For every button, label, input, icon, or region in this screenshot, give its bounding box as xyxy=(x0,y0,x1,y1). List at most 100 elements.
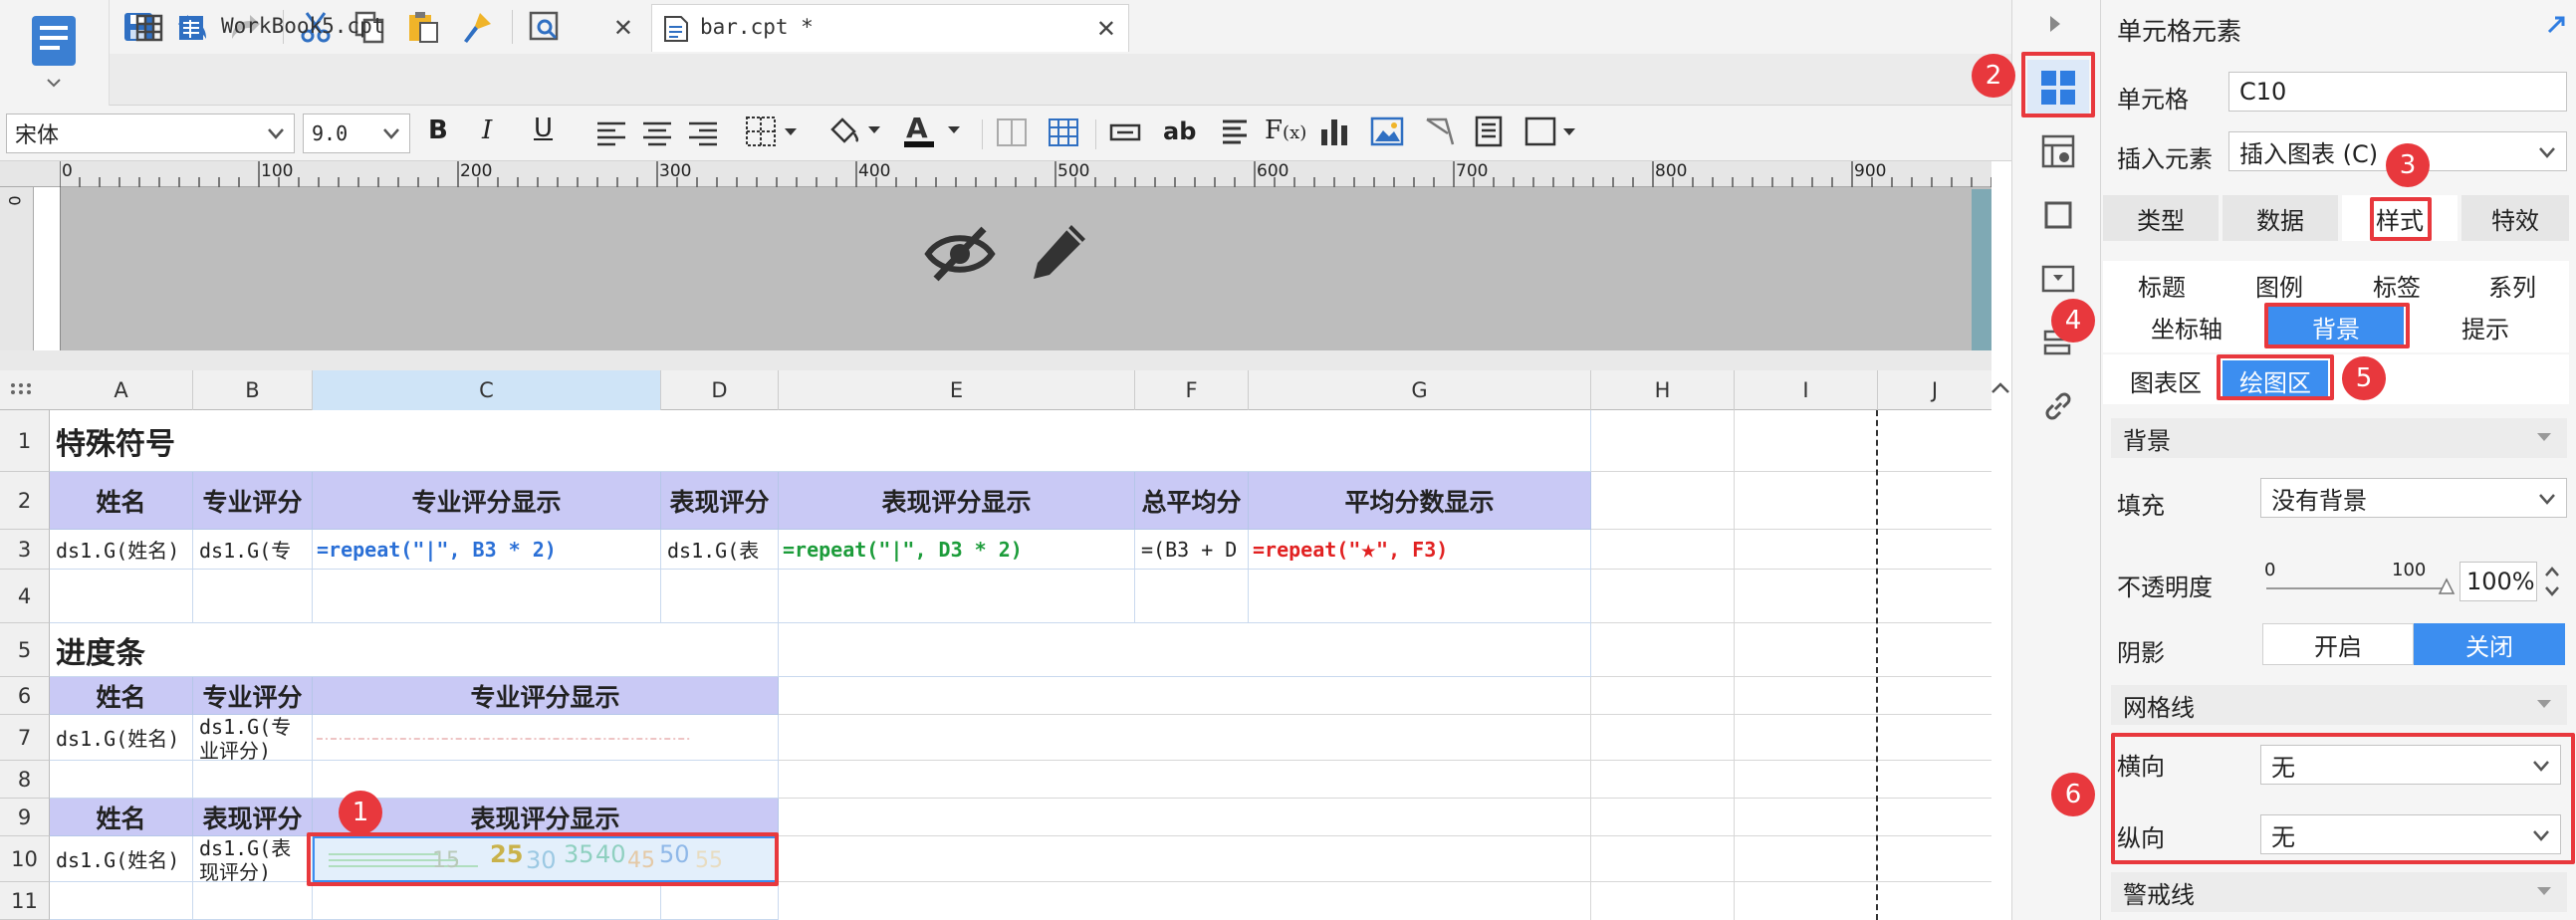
font-color-icon[interactable]: A xyxy=(902,112,966,149)
cell-empty[interactable] xyxy=(779,623,1591,677)
opacity-slider-thumb[interactable] xyxy=(2438,577,2456,595)
align-center-icon[interactable] xyxy=(641,119,673,147)
table-grid-icon[interactable] xyxy=(1048,117,1079,147)
cell-f3[interactable]: =(B3 + D xyxy=(1135,530,1249,570)
align-left-icon[interactable] xyxy=(595,119,627,147)
cell-empty[interactable] xyxy=(50,570,193,623)
cell-empty[interactable] xyxy=(193,570,313,623)
close-tab-icon[interactable]: ✕ xyxy=(613,14,633,42)
subtab-title[interactable]: 标题 xyxy=(2105,265,2219,305)
cell-a1-title[interactable]: 特殊符号 xyxy=(50,410,1591,472)
cell-b3[interactable]: ds1.G(专 xyxy=(193,530,313,570)
cell-empty[interactable] xyxy=(1135,570,1249,623)
cell-c3[interactable]: =repeat("|", B3 * 2) xyxy=(313,530,661,570)
underline-icon[interactable]: U xyxy=(534,114,553,143)
horizontal-grid-select[interactable]: 无 xyxy=(2260,745,2561,785)
fill-select[interactable]: 没有背景 xyxy=(2260,478,2567,518)
subtab-tooltip[interactable]: 提示 xyxy=(2410,307,2561,346)
header-cell-pro-score[interactable]: 专业评分 xyxy=(193,472,313,530)
cell-empty[interactable] xyxy=(313,570,661,623)
italic-icon[interactable]: I xyxy=(482,115,492,145)
warning-line-section-header[interactable]: 警戒线 xyxy=(2111,872,2567,912)
subtab-label[interactable]: 标签 xyxy=(2340,265,2454,305)
header-cell-perf-display[interactable]: 表现评分显示 xyxy=(779,472,1135,530)
text-element-icon[interactable]: ab xyxy=(1163,117,1196,145)
font-family-select[interactable]: 宋体 xyxy=(6,114,295,153)
opacity-input[interactable]: 100% xyxy=(2459,562,2537,601)
header-cell-pro-display[interactable]: 专业评分显示 xyxy=(313,677,779,715)
bold-icon[interactable]: B xyxy=(428,115,448,145)
cell-a10[interactable]: ds1.G(姓名) xyxy=(50,836,193,882)
column-header-c[interactable]: C xyxy=(313,370,661,410)
header-cell-name[interactable]: 姓名 xyxy=(50,472,193,530)
opacity-slider-track[interactable] xyxy=(2266,587,2446,589)
font-size-select[interactable]: 9.0 xyxy=(303,114,410,153)
tab-effects[interactable]: 特效 xyxy=(2461,195,2569,241)
row-header-6[interactable]: 6 xyxy=(0,677,50,715)
condition-attributes-tab-button[interactable] xyxy=(2027,251,2089,307)
cell-a5-title[interactable]: 进度条 xyxy=(50,623,779,677)
subtab-series[interactable]: 系列 xyxy=(2458,265,2567,305)
column-header-g[interactable]: G xyxy=(1249,370,1591,410)
tab-data[interactable]: 数据 xyxy=(2223,195,2338,241)
cell-d3[interactable]: ds1.G(表 xyxy=(661,530,779,570)
fill-color-icon[interactable] xyxy=(826,114,886,147)
row-header-7[interactable]: 7 xyxy=(0,715,50,761)
cell-empty[interactable] xyxy=(193,882,313,920)
background-section-header[interactable]: 背景 xyxy=(2111,418,2567,458)
header-cell-pro-display[interactable]: 专业评分显示 xyxy=(313,472,661,530)
column-header-b[interactable]: B xyxy=(193,370,313,410)
merge-cells-icon[interactable] xyxy=(996,117,1028,147)
header-cell-perf-display[interactable]: 表现评分显示 xyxy=(313,799,779,836)
widget-settings-tab-button[interactable] xyxy=(2027,187,2089,243)
hyperlink-tab-button[interactable] xyxy=(2027,378,2089,434)
cell-empty[interactable] xyxy=(50,882,193,920)
cell-empty[interactable] xyxy=(661,570,779,623)
shadow-on-button[interactable]: 开启 xyxy=(2262,623,2414,665)
cell-b7[interactable]: ds1.G(专 业评分) xyxy=(193,715,313,761)
header-cell-pro-score[interactable]: 专业评分 xyxy=(193,677,313,715)
cell-a7[interactable]: ds1.G(姓名) xyxy=(50,715,193,761)
row-header-2[interactable]: 2 xyxy=(0,472,50,530)
row-header-11[interactable]: 11 xyxy=(0,882,50,920)
slash-line-icon[interactable] xyxy=(1424,115,1456,147)
edit-pencil-icon[interactable] xyxy=(1028,219,1091,285)
border-icon[interactable] xyxy=(745,115,801,147)
shadow-off-button[interactable]: 关闭 xyxy=(2414,623,2565,665)
formula-icon[interactable]: F(x) xyxy=(1265,115,1306,145)
align-right-icon[interactable] xyxy=(687,119,719,147)
cell-reference-input[interactable]: C10 xyxy=(2228,72,2567,112)
header-cell-avg-display[interactable]: 平均分数显示 xyxy=(1249,472,1591,530)
text-field-icon[interactable] xyxy=(1109,121,1141,143)
column-header-i[interactable]: I xyxy=(1735,370,1878,410)
cell-empty[interactable] xyxy=(661,882,779,920)
row-header-9[interactable]: 9 xyxy=(0,799,50,836)
gridline-section-header[interactable]: 网格线 xyxy=(2111,685,2567,725)
cell-e3[interactable]: =repeat("|", D3 * 2) xyxy=(779,530,1135,570)
collapse-arrow-icon[interactable] xyxy=(2047,14,2063,34)
cell-a3[interactable]: ds1.G(姓名) xyxy=(50,530,193,570)
cell-empty[interactable] xyxy=(779,570,1135,623)
close-tab-icon[interactable]: ✕ xyxy=(1096,15,1116,43)
scroll-up-icon[interactable] xyxy=(1990,378,2011,398)
cell-b10[interactable]: ds1.G(表 现评分) xyxy=(193,836,313,882)
report-header-design-area[interactable] xyxy=(60,187,1991,350)
header-cell-avg[interactable]: 总平均分 xyxy=(1135,472,1249,530)
row-header-10[interactable]: 10 xyxy=(0,836,50,882)
cell-empty[interactable] xyxy=(1249,570,1591,623)
column-header-d[interactable]: D xyxy=(661,370,779,410)
hide-eye-icon[interactable] xyxy=(924,221,996,287)
subtab-legend[interactable]: 图例 xyxy=(2223,265,2336,305)
column-header-e[interactable]: E xyxy=(779,370,1135,410)
select-all-grip-icon[interactable] xyxy=(10,382,34,400)
insert-image-icon[interactable] xyxy=(1370,115,1404,147)
area-tab-plot[interactable]: 绘图区 xyxy=(2223,360,2328,400)
cell-g3[interactable]: =repeat(" ★ ", F3) xyxy=(1249,530,1591,570)
float-panel-icon[interactable] xyxy=(2545,14,2567,36)
header-cell-name[interactable]: 姓名 xyxy=(50,677,193,715)
cell-empty[interactable] xyxy=(50,761,193,799)
cell-c10-selected-chart[interactable]: 15 25 30 35 40 45 50 55 xyxy=(313,836,779,882)
row-header-1[interactable]: 1 xyxy=(0,410,50,472)
column-header-f[interactable]: F xyxy=(1135,370,1249,410)
row-header-3[interactable]: 3 xyxy=(0,530,50,570)
